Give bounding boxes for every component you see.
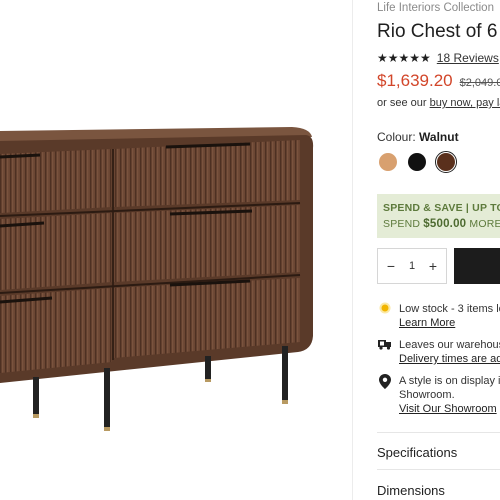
- showroom-text-1: A style is on display in: [399, 375, 500, 387]
- product-details-panel: Life Interiors Collection Rio Chest of 6…: [377, 0, 500, 500]
- stock-text: Low stock - 3 items left: [399, 303, 500, 315]
- quantity-value[interactable]: 1: [409, 260, 415, 272]
- colour-value: Walnut: [419, 130, 459, 144]
- truck-icon: [377, 338, 393, 366]
- colour-label: Colour: Walnut: [377, 130, 459, 144]
- showroom-text-block: A style is on display in Showroom. Visit…: [399, 374, 500, 416]
- promo-line1: SPEND & SAVE | UP TO $: [383, 202, 500, 214]
- rating-row: ★★★★★ 18 Reviews: [377, 51, 499, 65]
- promo-line2: SPEND $500.00 MORE TO: [383, 218, 500, 230]
- column-divider: [352, 0, 353, 500]
- stock-info: Low stock - 3 items left Learn More: [377, 302, 500, 330]
- original-price: $2,049.00: [459, 77, 500, 89]
- product-title: Rio Chest of 6: [377, 21, 498, 42]
- sale-price: $1,639.20: [377, 71, 453, 90]
- quantity-stepper: − 1 +: [377, 248, 447, 284]
- bnpl-text: or see our buy now, pay later: [377, 97, 500, 109]
- delivery-text-block: Leaves our warehouse Delivery times are …: [399, 338, 500, 366]
- swatch-natural-dot: [379, 153, 397, 171]
- promo-banner: SPEND & SAVE | UP TO $ SPEND $500.00 MOR…: [377, 194, 500, 238]
- stock-status-icon: [377, 302, 393, 330]
- specifications-accordion[interactable]: Specifications: [377, 445, 457, 460]
- delivery-text: Leaves our warehouse: [399, 339, 500, 351]
- stock-text-block: Low stock - 3 items left Learn More: [399, 302, 500, 330]
- divider-specifications-top: [377, 432, 500, 433]
- walnut-chest-illustration: [0, 127, 314, 431]
- product-image: [0, 0, 352, 500]
- promo-line2-suffix: MORE TO: [469, 218, 500, 230]
- increase-quantity-button[interactable]: +: [426, 258, 440, 274]
- reviews-link[interactable]: 18 Reviews: [437, 51, 499, 65]
- collection-label[interactable]: Life Interiors Collection: [377, 2, 494, 14]
- promo-line2-prefix: SPEND: [383, 218, 424, 230]
- price-row: $1,639.20 $2,049.00: [377, 71, 500, 91]
- location-pin-icon: [377, 374, 393, 416]
- dimensions-accordion[interactable]: Dimensions: [377, 483, 445, 498]
- showroom-text-2: Showroom.: [399, 389, 455, 401]
- visit-showroom-link[interactable]: Visit Our Showroom: [399, 403, 497, 415]
- promo-amount: $500.00: [423, 218, 467, 230]
- delivery-times-link[interactable]: Delivery times are added: [399, 353, 500, 365]
- colour-label-text: Colour:: [377, 130, 420, 144]
- stock-learn-more-link[interactable]: Learn More: [399, 317, 455, 329]
- swatch-walnut[interactable]: [435, 151, 457, 173]
- swatch-walnut-dot: [437, 153, 455, 171]
- colour-swatches: [377, 151, 457, 173]
- swatch-black-dot: [408, 153, 426, 171]
- bnpl-link[interactable]: buy now, pay later: [430, 97, 500, 109]
- delivery-info: Leaves our warehouse Delivery times are …: [377, 338, 500, 366]
- bnpl-prefix: or see our: [377, 97, 430, 109]
- star-rating-icon: ★★★★★: [377, 51, 431, 65]
- swatch-natural[interactable]: [377, 151, 399, 173]
- divider-specifications-bottom: [377, 469, 500, 470]
- add-to-cart-button[interactable]: [454, 248, 500, 284]
- decrease-quantity-button[interactable]: −: [384, 258, 398, 274]
- showroom-info: A style is on display in Showroom. Visit…: [377, 374, 500, 416]
- swatch-black[interactable]: [406, 151, 428, 173]
